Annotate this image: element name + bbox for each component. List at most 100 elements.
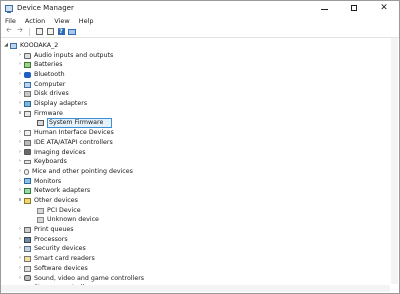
properties-icon <box>46 28 54 35</box>
collapse-arrow-icon[interactable]: ∨ <box>17 109 23 119</box>
device-tree[interactable]: ◢ KOODAKA_2 › Audio inputs and outputs › Ba… <box>1 38 399 293</box>
tree-category[interactable]: › Display adapters <box>1 99 399 109</box>
tree-item-label: Imaging devices <box>34 148 86 156</box>
expand-arrow-icon[interactable]: › <box>17 128 23 138</box>
expand-arrow-icon[interactable]: › <box>17 157 23 167</box>
menu-view[interactable]: View <box>54 17 69 25</box>
expand-arrow-icon[interactable]: › <box>17 244 23 254</box>
menu-file[interactable]: File <box>5 17 16 25</box>
tree-item-label: Unknown device <box>47 216 99 224</box>
tree-category[interactable]: › IDE ATA/ATAPI controllers <box>1 138 399 148</box>
expand-arrow-icon[interactable]: › <box>17 51 23 61</box>
back-button[interactable]: 🡠 <box>5 26 13 36</box>
battery-icon <box>24 62 31 69</box>
monitor-icon <box>68 28 76 35</box>
expand-arrow-icon[interactable]: › <box>17 80 23 90</box>
tree-category[interactable]: › Disk drives <box>1 89 399 99</box>
tree-item-label: Smart card readers <box>34 255 95 263</box>
scan-hardware-button[interactable] <box>68 28 76 36</box>
expand-arrow-icon[interactable]: › <box>17 138 23 148</box>
tree-root[interactable]: ◢ KOODAKA_2 <box>1 41 399 51</box>
device-manager-icon <box>5 4 13 13</box>
mouse-icon <box>24 168 29 175</box>
maximize-button[interactable] <box>339 1 369 15</box>
disk-icon <box>24 91 31 98</box>
expand-arrow-icon[interactable]: › <box>17 235 23 245</box>
tree-category[interactable]: › Monitors <box>1 177 399 187</box>
tree-category[interactable]: › Bluetooth <box>1 70 399 80</box>
tree-category[interactable]: ∨ Firmware <box>1 109 399 119</box>
keyboard-icon <box>24 160 31 165</box>
tree-category[interactable]: › Imaging devices <box>1 148 399 158</box>
expand-arrow-icon[interactable]: › <box>17 148 23 158</box>
computer-icon <box>24 81 31 88</box>
tree-category[interactable]: › Smart card readers <box>1 254 399 264</box>
tree-category[interactable]: › Processors <box>1 235 399 245</box>
tree-category[interactable]: › Audio inputs and outputs <box>1 51 399 61</box>
tree-item-label: Processors <box>34 235 68 243</box>
expand-arrow-icon[interactable]: › <box>17 225 23 235</box>
tree-item-label: Other devices <box>34 197 78 204</box>
minimize-button[interactable] <box>309 1 339 15</box>
tree-category[interactable]: ∨ Other devices <box>1 196 399 206</box>
tree-device[interactable]: PCI Device <box>1 206 399 216</box>
tree-item-label: Audio inputs and outputs <box>34 51 114 59</box>
tree-category[interactable]: › Network adapters <box>1 186 399 196</box>
hid-icon <box>24 130 31 137</box>
expand-arrow-icon[interactable]: › <box>17 177 23 187</box>
tree-category[interactable]: › Human Interface Devices <box>1 128 399 138</box>
display-icon <box>24 100 31 107</box>
computer-icon <box>10 42 17 49</box>
tree-device[interactable]: Unknown device <box>1 215 399 225</box>
tree-item-label: System Firmware <box>47 118 113 129</box>
tree-category[interactable]: › Software devices <box>1 264 399 274</box>
firmware-icon <box>24 110 31 117</box>
tree-item-label: Mice and other pointing devices <box>32 167 133 175</box>
tree-root-label: KOODAKA_2 <box>20 42 59 49</box>
close-button[interactable]: ✕ <box>369 1 399 15</box>
expand-arrow-icon[interactable]: › <box>17 274 23 284</box>
tree-category[interactable]: › Sound, video and game controllers <box>1 274 399 284</box>
properties-button[interactable] <box>46 28 54 36</box>
maximize-icon <box>351 5 357 11</box>
expand-arrow-icon[interactable]: › <box>17 167 23 177</box>
expand-arrow-icon[interactable]: › <box>17 89 23 99</box>
bluetooth-icon <box>24 71 31 78</box>
toolbar-separator <box>29 27 30 36</box>
menu-action[interactable]: Action <box>25 17 45 25</box>
toolbar: 🡠 🡢 ? <box>1 26 399 38</box>
collapse-arrow-icon[interactable]: ∨ <box>17 196 23 206</box>
tree-category[interactable]: › Keyboards <box>1 157 399 167</box>
print-icon <box>24 226 31 233</box>
vertical-scrollbar[interactable] <box>391 38 398 284</box>
expand-arrow-icon[interactable]: › <box>17 99 23 109</box>
tree-category[interactable]: › Mice and other pointing devices <box>1 167 399 177</box>
expand-arrow-icon[interactable]: ◢ <box>3 41 9 51</box>
forward-button[interactable]: 🡢 <box>16 26 24 36</box>
audio-icon <box>24 52 31 59</box>
expand-arrow-icon[interactable]: › <box>17 186 23 196</box>
smartcard-icon <box>24 255 31 262</box>
tree-device[interactable]: System Firmware <box>1 118 399 129</box>
window-title: Device Manager <box>17 4 74 12</box>
horizontal-scrollbar[interactable] <box>1 285 390 292</box>
close-icon: ✕ <box>380 3 388 13</box>
tree-item-label: Batteries <box>34 61 63 69</box>
tree-category[interactable]: › Computer <box>1 80 399 90</box>
tree-category[interactable]: › Security devices <box>1 244 399 254</box>
show-hide-tree-button[interactable] <box>35 28 43 36</box>
tree-item-label: Software devices <box>34 264 88 272</box>
imaging-icon <box>24 149 31 156</box>
tree-category[interactable]: › Print queues <box>1 225 399 235</box>
expand-arrow-icon[interactable]: › <box>17 70 23 80</box>
menu-help[interactable]: Help <box>79 17 94 25</box>
tree-category[interactable]: › Batteries <box>1 60 399 70</box>
expand-arrow-icon[interactable]: › <box>17 60 23 70</box>
expand-arrow-icon[interactable]: › <box>17 264 23 274</box>
device-manager-window: Device Manager ✕ File Action View Help 🡠… <box>0 0 400 294</box>
unknown-icon <box>37 217 44 224</box>
expand-arrow-icon[interactable]: › <box>17 254 23 264</box>
tree-item-label: Keyboards <box>34 158 67 166</box>
help-button[interactable]: ? <box>57 28 65 36</box>
window-controls: ✕ <box>309 1 399 15</box>
